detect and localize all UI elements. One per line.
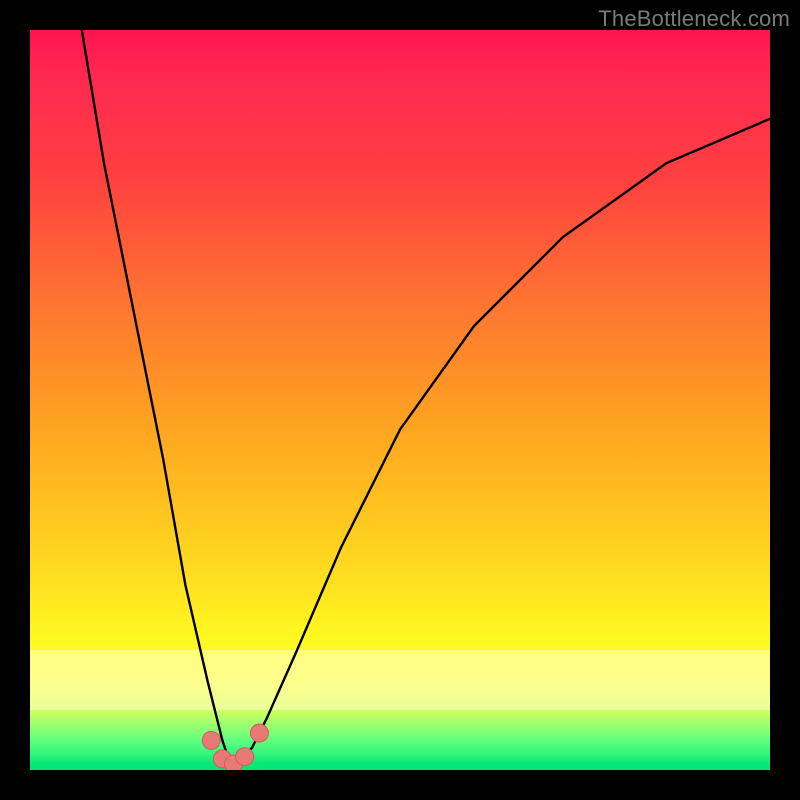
watermark-text: TheBottleneck.com [598,6,790,32]
plot-area [30,30,770,770]
chart-stage: TheBottleneck.com [0,0,800,800]
